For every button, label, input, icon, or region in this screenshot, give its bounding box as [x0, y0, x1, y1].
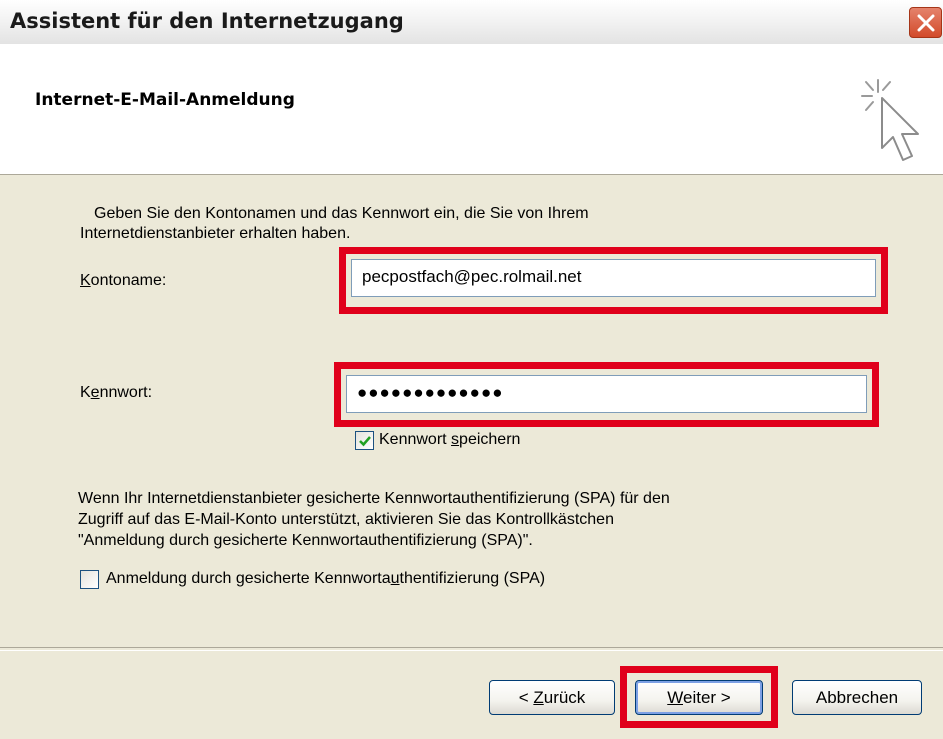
label-part: thentifizierung (SPA)	[399, 570, 546, 587]
label-part: ontoname:	[90, 272, 167, 289]
page-title: Internet-E-Mail-Anmeldung	[35, 90, 295, 110]
wizard-window: Assistent für den Internetzugang Interne…	[0, 0, 943, 739]
next-button[interactable]: Weiter >	[635, 680, 763, 715]
label-part: urück	[543, 688, 586, 707]
wizard-cursor-sparkle-icon	[861, 79, 919, 161]
access-key: Z	[533, 688, 544, 707]
spa-info-line-2: Zugriff auf das E-Mail-Konto unterstützt…	[78, 511, 614, 528]
label-part: Anmeldung durch gesicherte Kennworta	[106, 570, 391, 587]
access-key: u	[390, 570, 400, 587]
spa-checkbox-label[interactable]: Anmeldung durch gesicherte Kennwortauthe…	[106, 569, 545, 589]
spa-checkbox[interactable]	[80, 570, 99, 589]
label-part: peichern	[459, 431, 521, 448]
spa-info-line-1: Wenn Ihr Internetdienstanbieter gesicher…	[78, 490, 670, 507]
account-name-input[interactable]: pecpostfach@pec.rolmail.net	[351, 259, 876, 297]
spa-info-line-3: "Anmeldung durch gesicherte Kennwortauth…	[78, 532, 533, 549]
back-button[interactable]: < Zurück	[489, 680, 615, 715]
label-part: K	[80, 384, 91, 401]
intro-line-1: Geben Sie den Kontonamen und das Kennwor…	[94, 205, 589, 222]
password-label: Kennwort:	[80, 383, 152, 403]
close-button[interactable]	[909, 7, 942, 38]
save-password-checkbox[interactable]	[355, 431, 374, 450]
access-key: W	[667, 688, 683, 707]
access-key: K	[80, 272, 91, 289]
account-name-label: Kontoname:	[80, 271, 166, 291]
intro-line-2: Internetdienstanbieter erhalten haben.	[80, 225, 351, 242]
label-part: Kennwort	[379, 431, 452, 448]
save-password-label[interactable]: Kennwort speichern	[379, 430, 520, 450]
close-icon	[917, 14, 935, 32]
password-input[interactable]: ●●●●●●●●●●●●●	[346, 375, 867, 413]
label-part: nnwort:	[99, 384, 153, 401]
access-key: e	[90, 384, 100, 401]
label-part: <	[518, 688, 534, 707]
header-panel: Internet-E-Mail-Anmeldung	[0, 44, 943, 175]
window-title: Assistent für den Internetzugang	[10, 9, 404, 33]
cancel-button[interactable]: Abbrechen	[792, 680, 922, 715]
title-bar[interactable]: Assistent für den Internetzugang	[0, 0, 943, 45]
access-key: s	[451, 431, 460, 448]
footer-divider	[0, 647, 943, 651]
checkmark-icon	[359, 436, 371, 447]
label-part: eiter >	[683, 688, 731, 707]
